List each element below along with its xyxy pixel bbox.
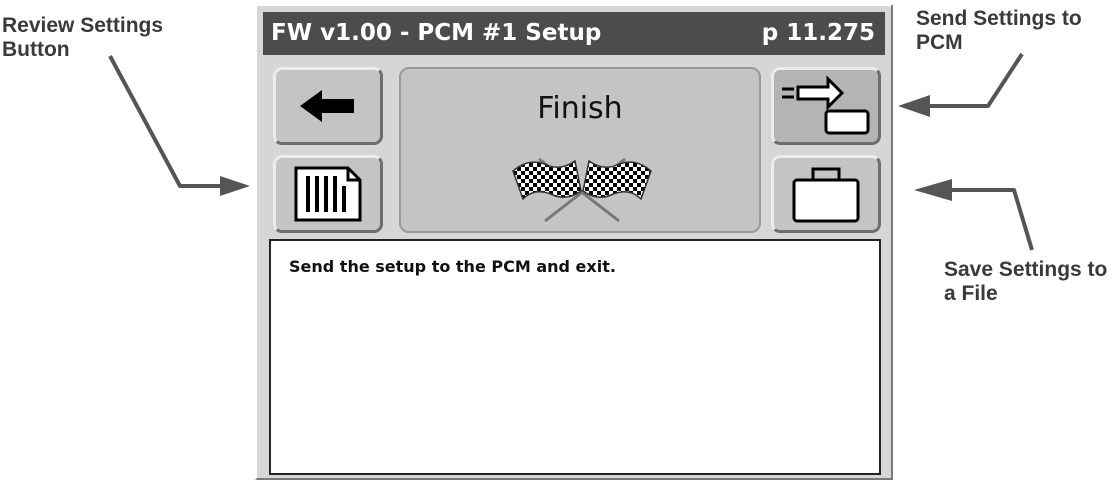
review-arrowhead <box>220 176 250 196</box>
callout-arrows <box>108 52 1034 251</box>
review-callout-arrow <box>108 55 224 188</box>
send-callout-arrow <box>930 52 1024 108</box>
save-callout-arrow <box>952 188 1034 251</box>
send-arrowhead <box>898 95 930 117</box>
save-arrowhead <box>914 179 952 201</box>
